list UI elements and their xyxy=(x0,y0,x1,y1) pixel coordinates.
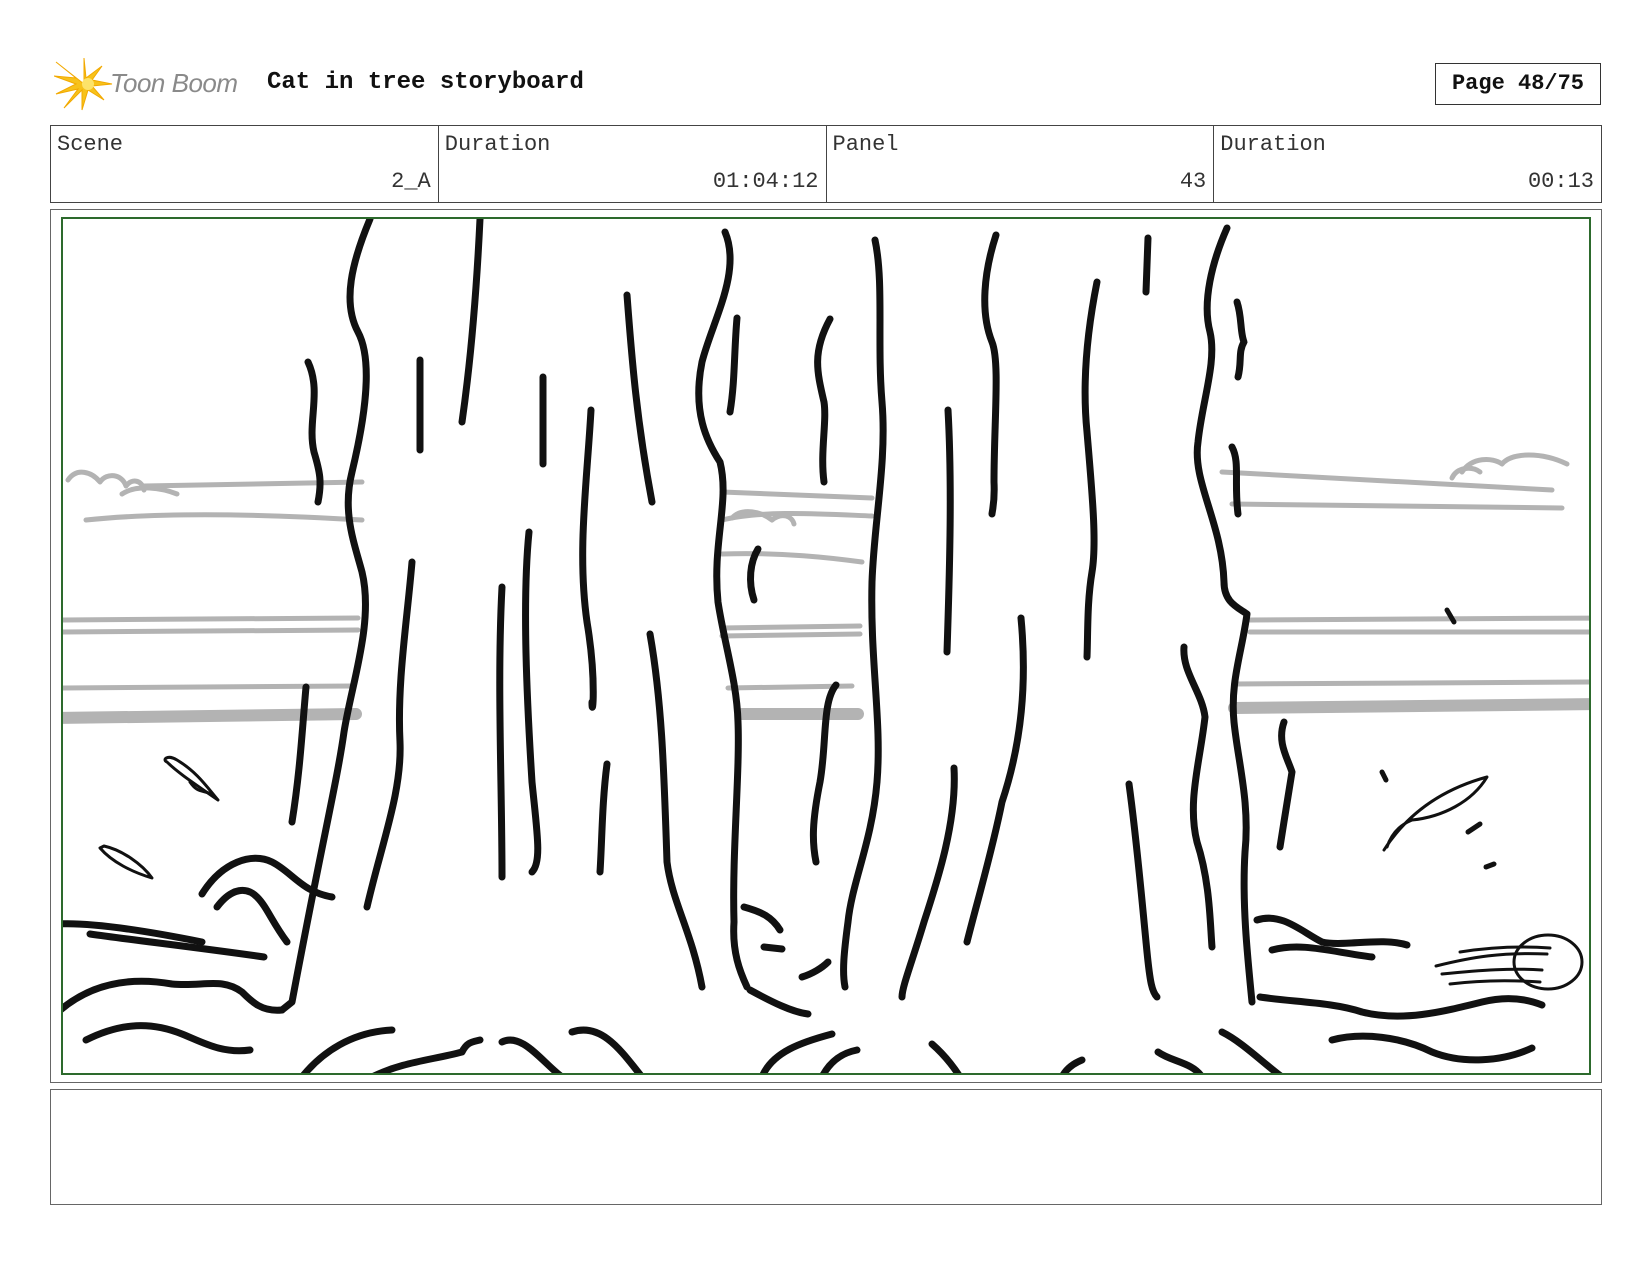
panel-label: Panel xyxy=(832,132,899,157)
scene-cell: Scene 2_A xyxy=(51,126,439,202)
leaves-sketch xyxy=(98,607,1584,991)
scene-duration-cell: Duration 01:04:12 xyxy=(439,126,827,202)
background-sketch xyxy=(63,452,1589,724)
tree-trunks-sketch xyxy=(63,219,1589,1073)
scene-duration-value: 01:04:12 xyxy=(712,169,819,194)
panel-info-table: Scene 2_A Duration 01:04:12 Panel 43 Dur… xyxy=(50,125,1602,203)
panel-duration-cell: Duration 00:13 xyxy=(1214,126,1601,202)
panel-duration-value: 00:13 xyxy=(1527,169,1594,194)
panel-value: 43 xyxy=(1179,169,1207,194)
panel-cell: Panel 43 xyxy=(827,126,1215,202)
scene-duration-label: Duration xyxy=(444,132,551,157)
logo-starburst-icon xyxy=(53,57,113,111)
panel-notes-box xyxy=(50,1089,1602,1205)
storyboard-title: Cat in tree storyboard xyxy=(267,69,584,96)
page-indicator: Page 48/75 xyxy=(1435,63,1601,105)
logo-wordmark: Toon Boom xyxy=(110,68,238,98)
scene-value: 2_A xyxy=(391,169,431,194)
trunk-sketch xyxy=(63,219,1546,1073)
panel-duration-label: Duration xyxy=(1220,132,1326,157)
panel-drawing-area xyxy=(61,217,1591,1075)
scene-label: Scene xyxy=(57,132,124,157)
